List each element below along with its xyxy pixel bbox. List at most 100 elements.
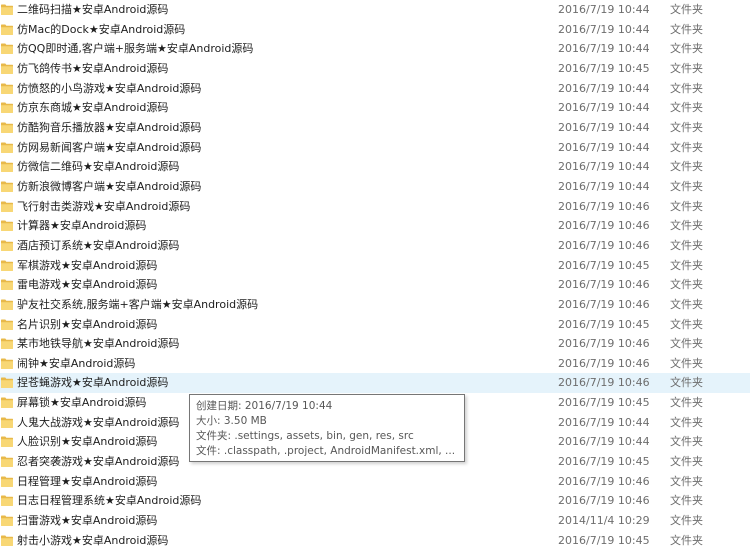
file-list-row[interactable]: 射击小游戏★安卓Android源码 2016/7/19 10:45 文件夹 [0,531,750,551]
file-list-row[interactable]: 日志日程管理系统★安卓Android源码 2016/7/19 10:46 文件夹 [0,491,750,511]
file-name: 日志日程管理系统★安卓Android源码 [17,494,202,508]
file-type: 文件夹 [670,258,703,272]
folder-icon [1,201,13,212]
file-date-modified: 2016/7/19 10:44 [558,81,650,95]
file-name: 仿新浪微博客户端★安卓Android源码 [17,179,202,193]
file-type: 文件夹 [670,101,703,115]
file-name: 某市地铁导航★安卓Android源码 [17,337,180,351]
file-list-row[interactable]: 仿飞鸽传书★安卓Android源码 2016/7/19 10:45 文件夹 [0,59,750,79]
file-date-modified: 2016/7/19 10:46 [558,474,650,488]
file-list-row[interactable]: 仿京东商城★安卓Android源码 2016/7/19 10:44 文件夹 [0,98,750,118]
file-type: 文件夹 [670,22,703,36]
file-list-row[interactable]: 某市地铁导航★安卓Android源码 2016/7/19 10:46 文件夹 [0,334,750,354]
file-name: 飞行射击类游戏★安卓Android源码 [17,199,191,213]
file-type: 文件夹 [670,376,703,390]
file-name: 射击小游戏★安卓Android源码 [17,533,169,547]
folder-icon [1,83,13,94]
file-date-modified: 2016/7/19 10:44 [558,179,650,193]
file-type: 文件夹 [670,160,703,174]
file-name: 仿QQ即时通,客户端+服务端★安卓Android源码 [17,42,254,56]
file-date-modified: 2016/7/19 10:45 [558,533,650,547]
file-type: 文件夹 [670,238,703,252]
file-name: 仿酷狗音乐播放器★安卓Android源码 [17,120,202,134]
file-type: 文件夹 [670,415,703,429]
file-list-row[interactable]: 驴友社交系统,服务端+客户端★安卓Android源码 2016/7/19 10:4… [0,295,750,315]
file-list-row[interactable]: 仿Mac的Dock★安卓Android源码 2016/7/19 10:44 文件夹 [0,20,750,40]
file-type: 文件夹 [670,455,703,469]
folder-icon [1,377,13,389]
file-list-row[interactable]: 二维码扫描★安卓Android源码 2016/7/19 10:44 文件夹 [0,0,750,20]
file-list-row[interactable]: 飞行射击类游戏★安卓Android源码 2016/7/19 10:46 文件夹 [0,197,750,217]
file-name: 捏苍蝇游戏★安卓Android源码 [17,376,169,390]
file-name: 仿飞鸽传书★安卓Android源码 [17,61,169,75]
file-date-modified: 2016/7/19 10:46 [558,238,650,252]
file-type: 文件夹 [670,514,703,528]
folder-icon [1,102,13,114]
file-type: 文件夹 [670,435,703,449]
file-name: 仿网易新闻客户端★安卓Android源码 [17,140,202,154]
file-name: 酒店预订系统★安卓Android源码 [17,238,180,252]
file-name: 计算器★安卓Android源码 [17,219,147,233]
file-list-row[interactable]: 名片识别★安卓Android源码 2016/7/19 10:45 文件夹 [0,315,750,335]
tooltip-files: 文件: .classpath, .project, AndroidManifes… [196,445,456,457]
folder-icon [1,240,13,251]
file-type: 文件夹 [670,337,703,351]
file-date-modified: 2016/7/19 10:46 [558,297,650,311]
file-name: 日程管理★安卓Android源码 [17,474,158,488]
file-list-row[interactable]: 雷电游戏★安卓Android源码 2016/7/19 10:46 文件夹 [0,275,750,295]
folder-icon [1,319,13,330]
file-date-modified: 2016/7/19 10:44 [558,101,650,115]
folder-icon [1,181,13,192]
file-date-modified: 2016/7/19 10:45 [558,455,650,469]
file-list-row[interactable]: 仿QQ即时通,客户端+服务端★安卓Android源码 2016/7/19 10:4… [0,39,750,59]
file-list-row[interactable]: 计算器★安卓Android源码 2016/7/19 10:46 文件夹 [0,216,750,236]
file-type: 文件夹 [670,3,703,16]
file-date-modified: 2016/7/19 10:44 [558,160,650,174]
file-date-modified: 2016/7/19 10:44 [558,3,650,16]
file-name: 仿愤怒的小鸟游戏★安卓Android源码 [17,81,202,95]
file-date-modified: 2016/7/19 10:46 [558,278,650,292]
file-date-modified: 2016/7/19 10:46 [558,199,650,213]
folder-icon [1,476,13,487]
file-list-row[interactable]: 军棋游戏★安卓Android源码 2016/7/19 10:45 文件夹 [0,256,750,276]
file-list-row[interactable]: 仿酷狗音乐播放器★安卓Android源码 2016/7/19 10:44 文件夹 [0,118,750,138]
file-name: 驴友社交系统,服务端+客户端★安卓Android源码 [17,297,259,311]
file-type: 文件夹 [670,474,703,488]
folder-icon [1,456,13,468]
file-date-modified: 2016/7/19 10:45 [558,317,650,331]
file-list-row[interactable]: 闹钟★安卓Android源码 2016/7/19 10:46 文件夹 [0,354,750,374]
file-list-row[interactable]: 扫雷游戏★安卓Android源码 2014/11/4 10:29 文件夹 [0,511,750,531]
file-list-row[interactable]: 日程管理★安卓Android源码 2016/7/19 10:46 文件夹 [0,472,750,492]
file-date-modified: 2016/7/19 10:45 [558,396,650,410]
file-date-modified: 2016/7/19 10:46 [558,337,650,351]
file-type: 文件夹 [670,179,703,193]
folder-icon [1,495,13,507]
file-list-row[interactable]: 仿愤怒的小鸟游戏★安卓Android源码 2016/7/19 10:44 文件夹 [0,79,750,99]
tooltip-created-date: 创建日期: 2016/7/19 10:44 [196,400,333,412]
file-type: 文件夹 [670,396,703,410]
file-date-modified: 2016/7/19 10:46 [558,494,650,508]
file-list-row[interactable]: 捏苍蝇游戏★安卓Android源码 2016/7/19 10:46 文件夹 [0,373,750,394]
file-type: 文件夹 [670,42,703,56]
file-type: 文件夹 [670,533,703,547]
folder-icon [1,220,13,232]
file-date-modified: 2016/7/19 10:44 [558,120,650,134]
folder-icon [1,299,13,310]
file-list-row[interactable]: 仿微信二维码★安卓Android源码 2016/7/19 10:44 文件夹 [0,157,750,177]
file-date-modified: 2016/7/19 10:45 [558,61,650,75]
file-type: 文件夹 [670,356,703,370]
file-list-row[interactable]: 酒店预订系统★安卓Android源码 2016/7/19 10:46 文件夹 [0,236,750,256]
file-date-modified: 2016/7/19 10:46 [558,356,650,370]
file-name: 闹钟★安卓Android源码 [17,356,136,370]
file-list-row[interactable]: 仿网易新闻客户端★安卓Android源码 2016/7/19 10:44 文件夹 [0,138,750,158]
file-date-modified: 2016/7/19 10:45 [558,258,650,272]
folder-icon [1,436,13,448]
file-date-modified: 2016/7/19 10:44 [558,42,650,56]
file-date-modified: 2016/7/19 10:44 [558,415,650,429]
file-date-modified: 2016/7/19 10:44 [558,435,650,449]
folder-icon [1,417,13,428]
file-type: 文件夹 [670,317,703,331]
file-type: 文件夹 [670,199,703,213]
file-list-row[interactable]: 仿新浪微博客户端★安卓Android源码 2016/7/19 10:44 文件夹 [0,177,750,197]
folder-icon [1,4,13,15]
